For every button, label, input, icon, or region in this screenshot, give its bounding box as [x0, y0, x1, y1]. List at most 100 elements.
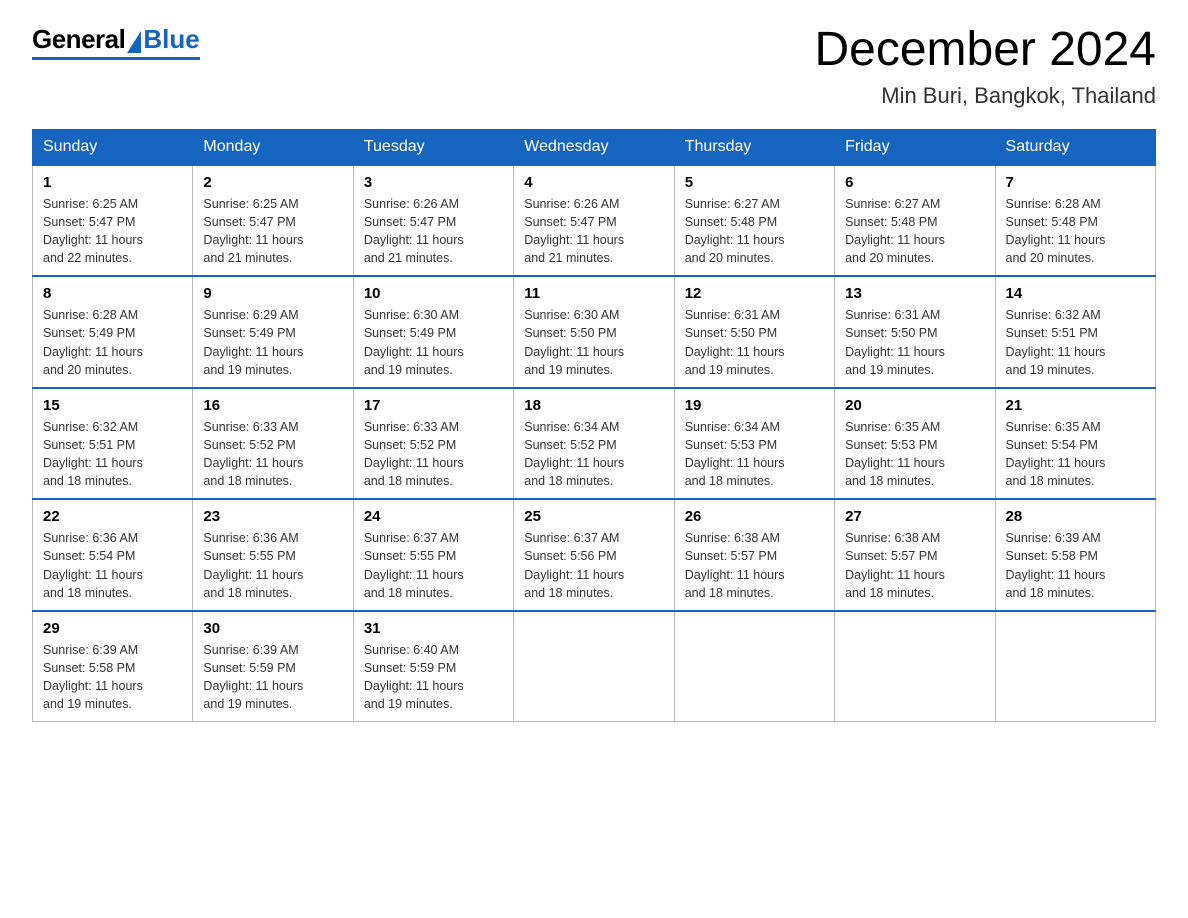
calendar-cell: 31 Sunrise: 6:40 AM Sunset: 5:59 PM Dayl…: [353, 611, 513, 722]
day-number: 8: [43, 285, 182, 302]
calendar-week-5: 29 Sunrise: 6:39 AM Sunset: 5:58 PM Dayl…: [33, 611, 1156, 722]
day-number: 21: [1006, 397, 1145, 414]
calendar-cell: [835, 611, 995, 722]
calendar-cell: 24 Sunrise: 6:37 AM Sunset: 5:55 PM Dayl…: [353, 499, 513, 611]
day-number: 5: [685, 174, 824, 191]
day-info: Sunrise: 6:25 AM Sunset: 5:47 PM Dayligh…: [43, 195, 182, 268]
day-info: Sunrise: 6:39 AM Sunset: 5:58 PM Dayligh…: [43, 641, 182, 714]
calendar-cell: 11 Sunrise: 6:30 AM Sunset: 5:50 PM Dayl…: [514, 276, 674, 388]
weekday-header-saturday: Saturday: [995, 129, 1155, 165]
day-info: Sunrise: 6:26 AM Sunset: 5:47 PM Dayligh…: [524, 195, 663, 268]
day-info: Sunrise: 6:28 AM Sunset: 5:48 PM Dayligh…: [1006, 195, 1145, 268]
day-number: 12: [685, 285, 824, 302]
day-number: 9: [203, 285, 342, 302]
calendar-cell: 9 Sunrise: 6:29 AM Sunset: 5:49 PM Dayli…: [193, 276, 353, 388]
day-number: 17: [364, 397, 503, 414]
day-info: Sunrise: 6:40 AM Sunset: 5:59 PM Dayligh…: [364, 641, 503, 714]
day-number: 4: [524, 174, 663, 191]
calendar-cell: 28 Sunrise: 6:39 AM Sunset: 5:58 PM Dayl…: [995, 499, 1155, 611]
logo-underline: [32, 57, 200, 60]
day-info: Sunrise: 6:31 AM Sunset: 5:50 PM Dayligh…: [845, 306, 984, 379]
calendar-cell: 29 Sunrise: 6:39 AM Sunset: 5:58 PM Dayl…: [33, 611, 193, 722]
day-number: 1: [43, 174, 182, 191]
day-number: 23: [203, 508, 342, 525]
calendar-cell: 2 Sunrise: 6:25 AM Sunset: 5:47 PM Dayli…: [193, 165, 353, 277]
weekday-header-monday: Monday: [193, 129, 353, 165]
weekday-header-row: SundayMondayTuesdayWednesdayThursdayFrid…: [33, 129, 1156, 165]
logo-general-text: General: [32, 24, 125, 55]
page-header: General Blue December 2024 Min Buri, Ban…: [32, 24, 1156, 109]
calendar-cell: 6 Sunrise: 6:27 AM Sunset: 5:48 PM Dayli…: [835, 165, 995, 277]
day-info: Sunrise: 6:34 AM Sunset: 5:52 PM Dayligh…: [524, 418, 663, 491]
day-info: Sunrise: 6:35 AM Sunset: 5:53 PM Dayligh…: [845, 418, 984, 491]
day-info: Sunrise: 6:36 AM Sunset: 5:54 PM Dayligh…: [43, 529, 182, 602]
day-number: 28: [1006, 508, 1145, 525]
day-number: 16: [203, 397, 342, 414]
calendar-cell: 3 Sunrise: 6:26 AM Sunset: 5:47 PM Dayli…: [353, 165, 513, 277]
day-info: Sunrise: 6:27 AM Sunset: 5:48 PM Dayligh…: [845, 195, 984, 268]
day-number: 29: [43, 620, 182, 637]
day-number: 3: [364, 174, 503, 191]
day-number: 22: [43, 508, 182, 525]
day-number: 10: [364, 285, 503, 302]
day-number: 7: [1006, 174, 1145, 191]
day-info: Sunrise: 6:36 AM Sunset: 5:55 PM Dayligh…: [203, 529, 342, 602]
day-info: Sunrise: 6:37 AM Sunset: 5:56 PM Dayligh…: [524, 529, 663, 602]
day-number: 13: [845, 285, 984, 302]
calendar-cell: 5 Sunrise: 6:27 AM Sunset: 5:48 PM Dayli…: [674, 165, 834, 277]
day-info: Sunrise: 6:38 AM Sunset: 5:57 PM Dayligh…: [845, 529, 984, 602]
calendar-cell: 10 Sunrise: 6:30 AM Sunset: 5:49 PM Dayl…: [353, 276, 513, 388]
day-info: Sunrise: 6:27 AM Sunset: 5:48 PM Dayligh…: [685, 195, 824, 268]
day-info: Sunrise: 6:35 AM Sunset: 5:54 PM Dayligh…: [1006, 418, 1145, 491]
day-number: 14: [1006, 285, 1145, 302]
calendar-week-3: 15 Sunrise: 6:32 AM Sunset: 5:51 PM Dayl…: [33, 388, 1156, 500]
day-number: 18: [524, 397, 663, 414]
weekday-header-wednesday: Wednesday: [514, 129, 674, 165]
calendar-cell: 21 Sunrise: 6:35 AM Sunset: 5:54 PM Dayl…: [995, 388, 1155, 500]
day-number: 30: [203, 620, 342, 637]
title-section: December 2024 Min Buri, Bangkok, Thailan…: [814, 24, 1156, 109]
day-info: Sunrise: 6:26 AM Sunset: 5:47 PM Dayligh…: [364, 195, 503, 268]
logo: General Blue: [32, 24, 200, 60]
calendar-cell: 12 Sunrise: 6:31 AM Sunset: 5:50 PM Dayl…: [674, 276, 834, 388]
weekday-header-sunday: Sunday: [33, 129, 193, 165]
calendar-cell: 23 Sunrise: 6:36 AM Sunset: 5:55 PM Dayl…: [193, 499, 353, 611]
calendar-cell: 13 Sunrise: 6:31 AM Sunset: 5:50 PM Dayl…: [835, 276, 995, 388]
day-number: 26: [685, 508, 824, 525]
calendar-cell: 27 Sunrise: 6:38 AM Sunset: 5:57 PM Dayl…: [835, 499, 995, 611]
calendar-cell: 8 Sunrise: 6:28 AM Sunset: 5:49 PM Dayli…: [33, 276, 193, 388]
logo-blue-text: Blue: [143, 24, 199, 55]
calendar-cell: 16 Sunrise: 6:33 AM Sunset: 5:52 PM Dayl…: [193, 388, 353, 500]
calendar-cell: 4 Sunrise: 6:26 AM Sunset: 5:47 PM Dayli…: [514, 165, 674, 277]
calendar-cell: 18 Sunrise: 6:34 AM Sunset: 5:52 PM Dayl…: [514, 388, 674, 500]
day-info: Sunrise: 6:30 AM Sunset: 5:49 PM Dayligh…: [364, 306, 503, 379]
day-number: 27: [845, 508, 984, 525]
day-info: Sunrise: 6:39 AM Sunset: 5:59 PM Dayligh…: [203, 641, 342, 714]
day-number: 31: [364, 620, 503, 637]
day-info: Sunrise: 6:37 AM Sunset: 5:55 PM Dayligh…: [364, 529, 503, 602]
day-info: Sunrise: 6:32 AM Sunset: 5:51 PM Dayligh…: [43, 418, 182, 491]
day-info: Sunrise: 6:31 AM Sunset: 5:50 PM Dayligh…: [685, 306, 824, 379]
calendar-cell: [995, 611, 1155, 722]
calendar-cell: 7 Sunrise: 6:28 AM Sunset: 5:48 PM Dayli…: [995, 165, 1155, 277]
day-number: 2: [203, 174, 342, 191]
day-info: Sunrise: 6:30 AM Sunset: 5:50 PM Dayligh…: [524, 306, 663, 379]
day-number: 15: [43, 397, 182, 414]
calendar-cell: 20 Sunrise: 6:35 AM Sunset: 5:53 PM Dayl…: [835, 388, 995, 500]
day-info: Sunrise: 6:38 AM Sunset: 5:57 PM Dayligh…: [685, 529, 824, 602]
calendar-cell: [514, 611, 674, 722]
calendar-cell: 25 Sunrise: 6:37 AM Sunset: 5:56 PM Dayl…: [514, 499, 674, 611]
day-number: 19: [685, 397, 824, 414]
day-number: 11: [524, 285, 663, 302]
calendar-cell: [674, 611, 834, 722]
weekday-header-thursday: Thursday: [674, 129, 834, 165]
day-info: Sunrise: 6:32 AM Sunset: 5:51 PM Dayligh…: [1006, 306, 1145, 379]
calendar-table: SundayMondayTuesdayWednesdayThursdayFrid…: [32, 129, 1156, 723]
calendar-cell: 22 Sunrise: 6:36 AM Sunset: 5:54 PM Dayl…: [33, 499, 193, 611]
day-number: 25: [524, 508, 663, 525]
calendar-cell: 14 Sunrise: 6:32 AM Sunset: 5:51 PM Dayl…: [995, 276, 1155, 388]
day-info: Sunrise: 6:29 AM Sunset: 5:49 PM Dayligh…: [203, 306, 342, 379]
calendar-week-2: 8 Sunrise: 6:28 AM Sunset: 5:49 PM Dayli…: [33, 276, 1156, 388]
calendar-week-4: 22 Sunrise: 6:36 AM Sunset: 5:54 PM Dayl…: [33, 499, 1156, 611]
day-info: Sunrise: 6:33 AM Sunset: 5:52 PM Dayligh…: [203, 418, 342, 491]
